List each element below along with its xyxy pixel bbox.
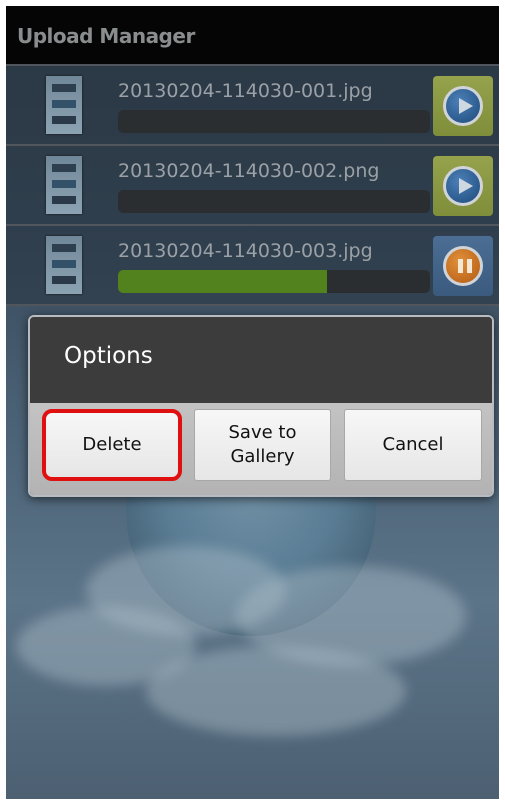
save-to-gallery-button[interactable]: Save to Gallery: [194, 409, 331, 481]
pause-button[interactable]: [433, 236, 493, 296]
cancel-button[interactable]: Cancel: [344, 409, 482, 481]
upload-list: 20130204-114030-001.jpg 20130204-114030-…: [6, 64, 499, 306]
dialog-title: Options: [64, 343, 153, 369]
upload-row[interactable]: 20130204-114030-003.jpg: [6, 226, 499, 306]
upload-row[interactable]: 20130204-114030-002.png: [6, 146, 499, 226]
phone-frame: Upload Manager 20130204-114030-001.jpg 2…: [6, 6, 499, 799]
play-button[interactable]: [433, 76, 493, 136]
title-bar: Upload Manager: [6, 6, 499, 64]
dialog-button-bar: Delete Save to Gallery Cancel: [30, 403, 492, 495]
upload-progress-bar: [118, 110, 430, 133]
play-icon: [443, 166, 483, 206]
file-name: 20130204-114030-003.jpg: [118, 240, 373, 262]
file-thumbnail: [46, 76, 82, 134]
background-cloud: [146, 646, 406, 736]
play-icon: [443, 86, 483, 126]
app-title: Upload Manager: [17, 24, 195, 48]
upload-progress-bar: [118, 190, 430, 213]
file-thumbnail: [46, 156, 82, 214]
pause-icon: [443, 246, 483, 286]
upload-row[interactable]: 20130204-114030-001.jpg: [6, 64, 499, 146]
file-name: 20130204-114030-002.png: [118, 160, 380, 182]
play-button[interactable]: [433, 156, 493, 216]
progress-fill: [118, 270, 328, 293]
screen: Upload Manager 20130204-114030-001.jpg 2…: [6, 6, 499, 799]
dialog-header: Options: [30, 317, 492, 403]
file-name: 20130204-114030-001.jpg: [118, 80, 373, 102]
delete-button[interactable]: Delete: [42, 409, 182, 481]
options-dialog: Options Delete Save to Gallery Cancel: [28, 315, 494, 497]
upload-progress-bar: [118, 270, 430, 293]
file-thumbnail: [46, 236, 82, 294]
